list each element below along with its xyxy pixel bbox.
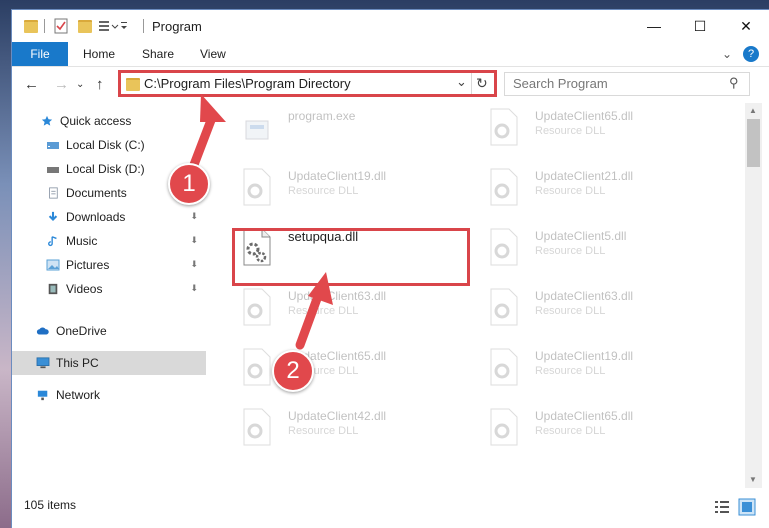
annotation-arrows — [187, 94, 333, 350]
step-2-badge: 2 — [272, 350, 314, 392]
step-1-badge: 1 — [168, 163, 210, 205]
